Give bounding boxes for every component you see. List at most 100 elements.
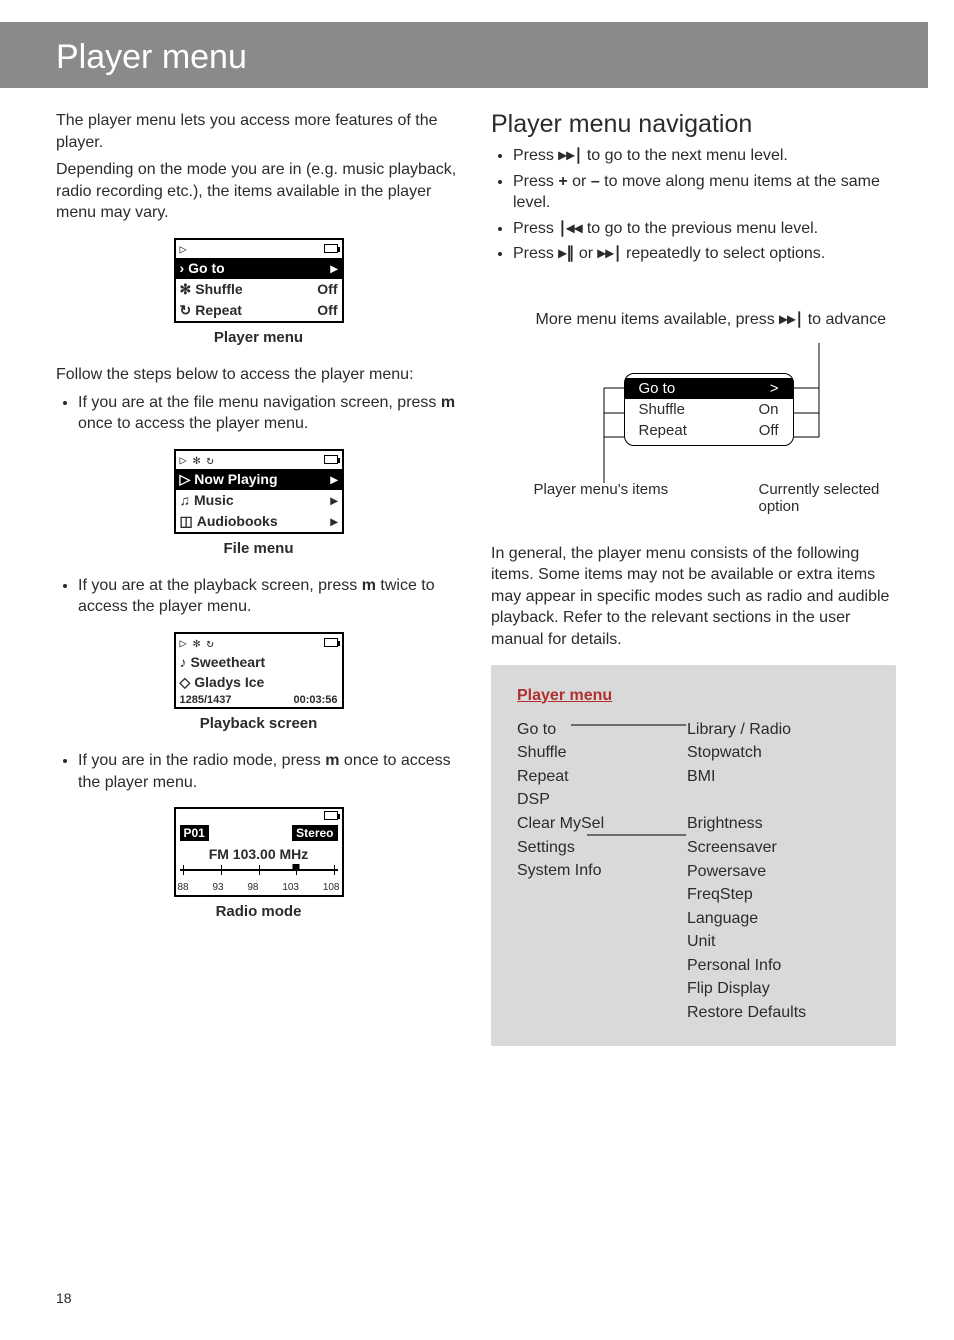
wire-label: Shuffle xyxy=(639,401,685,418)
note-icon: ♪ xyxy=(180,654,187,670)
chevron-right-icon: ▸ xyxy=(330,260,337,277)
chevron-right-icon: ▸ xyxy=(330,471,337,488)
dial-label: 98 xyxy=(247,882,258,893)
play-pause-icon: ▸∥ xyxy=(558,245,574,262)
lcd-player-menu: ▷ › Go to ▸ ✻ Shuffle Off ↻ Repea xyxy=(174,238,344,323)
dial-label: 93 xyxy=(212,882,223,893)
nav-item-next: Press ▸▸∣ to go to the next menu level. xyxy=(513,145,896,167)
fast-forward-icon: ▸▸∣ xyxy=(598,245,622,262)
minus-icon: – xyxy=(591,173,600,190)
bullet-2: If you are at the playback screen, press… xyxy=(78,575,461,618)
text: Press xyxy=(513,245,558,262)
right-column: Player menu navigation Press ▸▸∣ to go t… xyxy=(491,110,896,1046)
text: or xyxy=(568,173,591,190)
follow-text: Follow the steps below to access the pla… xyxy=(56,364,461,386)
fast-forward-icon: ▸▸∣ xyxy=(779,311,803,328)
text: If you are in the radio mode, press xyxy=(78,752,325,769)
text: More menu items available, press xyxy=(536,311,780,328)
fig-playback: ▷ ✻ ↻ ♪ Sweetheart ◇ Gladys Ice 1285/143… xyxy=(56,632,461,732)
music-icon: ♫ xyxy=(180,492,191,508)
lcd-playback: ▷ ✻ ↻ ♪ Sweetheart ◇ Gladys Ice 1285/143… xyxy=(174,632,344,709)
menu-item: Restore Defaults xyxy=(687,1002,806,1024)
menu-item: Personal Info xyxy=(687,955,806,977)
chevron-right-icon: ▸ xyxy=(330,492,337,509)
dial xyxy=(180,864,338,882)
wire-row: Shuffle On xyxy=(625,399,793,420)
plus-icon: + xyxy=(558,173,567,190)
play-icon: ▷ xyxy=(180,242,187,256)
section-heading: Player menu navigation xyxy=(491,110,896,139)
menu-item: Powersave xyxy=(687,861,806,883)
track-counter: 1285/1437 xyxy=(180,694,232,706)
menu-item: System Info xyxy=(517,860,647,882)
nav-item-prev: Press ∣◂◂ to go to the previous menu lev… xyxy=(513,218,896,240)
menu-item: Repeat xyxy=(517,766,647,788)
player-menu-summary: Player menu Go to Shuffle Repeat DSP Cle… xyxy=(491,665,896,1046)
text: If you are at the playback screen, press xyxy=(78,577,362,594)
chevron-right-icon: ▸ xyxy=(330,513,337,530)
summary-left-col: Go to Shuffle Repeat DSP Clear MySel Set… xyxy=(517,719,647,1024)
repeat-icon: ↻ xyxy=(180,302,192,319)
text: If you are at the file menu navigation s… xyxy=(78,394,441,411)
fig-radio: P01 Stereo FM 103.00 MHz 88 93 98 xyxy=(56,807,461,920)
rewind-icon: ∣◂◂ xyxy=(558,220,582,237)
menu-item: Unit xyxy=(687,931,806,953)
menu-item: FreqStep xyxy=(687,884,806,906)
bullet-1: If you are at the file menu navigation s… xyxy=(78,392,461,435)
wire-value: Off xyxy=(759,422,779,439)
menu-item: Shuffle xyxy=(517,742,647,764)
menu-item: Language xyxy=(687,908,806,930)
row-label: Music xyxy=(194,492,234,508)
menu-item: BMI xyxy=(687,766,806,788)
audiobooks-icon: ◫ xyxy=(180,513,193,530)
row-label: Shuffle xyxy=(195,281,242,297)
artist-name: Gladys Ice xyxy=(194,674,264,690)
bullet-list: If you are at the playback screen, press… xyxy=(56,575,461,618)
row-label: Go to xyxy=(188,260,225,276)
bullet-list: If you are at the file menu navigation s… xyxy=(56,392,461,435)
row-label: Now Playing xyxy=(194,471,277,487)
intro-2: Depending on the mode you are in (e.g. m… xyxy=(56,159,461,224)
bullet-3: If you are in the radio mode, press m on… xyxy=(78,750,461,793)
menu-item: Screensaver xyxy=(687,837,806,859)
row-label: Repeat xyxy=(195,302,242,318)
title-bar: Player menu xyxy=(0,22,928,88)
fig-player-menu: ▷ › Go to ▸ ✻ Shuffle Off ↻ Repea xyxy=(56,238,461,346)
summary-right-col: Library / Radio Stopwatch BMI Brightness… xyxy=(687,719,806,1024)
text: or xyxy=(574,245,597,262)
wire-label: Repeat xyxy=(639,422,687,439)
wire-menu-box: Go to > Shuffle On Repeat Off xyxy=(624,373,794,446)
page-number: 18 xyxy=(56,1290,72,1306)
stereo-badge: Stereo xyxy=(292,825,337,841)
menu-item: Stopwatch xyxy=(687,742,806,764)
dial-label: 88 xyxy=(178,882,189,893)
menu-item: Flip Display xyxy=(687,978,806,1000)
wire-label: Go to xyxy=(639,380,676,397)
text: once to access the player menu. xyxy=(78,415,308,432)
status-icons: ▷ ✻ ↻ xyxy=(180,453,214,467)
menu-item: DSP xyxy=(517,789,647,811)
frequency: FM 103.00 MHz xyxy=(176,844,342,862)
goto-arrow-icon: › xyxy=(180,260,185,276)
fig-caption: Radio mode xyxy=(216,903,302,920)
status-icons: ▷ ✻ ↻ xyxy=(180,636,214,650)
fig-caption: File menu xyxy=(223,540,293,557)
label-items: Player menu's items xyxy=(534,481,704,498)
nav-item-select: Press ▸∥ or ▸▸∣ repeatedly to select opt… xyxy=(513,243,896,265)
wire-value: > xyxy=(770,380,779,397)
preset-badge: P01 xyxy=(180,825,209,841)
battery-icon xyxy=(324,455,338,464)
menu-item: Go to xyxy=(517,719,647,741)
wire-row: Go to > xyxy=(625,378,793,399)
key-m: m xyxy=(441,394,455,411)
wire-diagram: Go to > Shuffle On Repeat Off Player men… xyxy=(534,343,854,523)
text: to go to the previous menu level. xyxy=(582,220,818,237)
key-m: m xyxy=(325,752,339,769)
lcd-radio: P01 Stereo FM 103.00 MHz 88 93 98 xyxy=(174,807,344,897)
text: Press xyxy=(513,173,558,190)
nowplaying-icon: ▷ xyxy=(180,471,191,488)
menu-item: Brightness xyxy=(687,813,806,835)
label-selected: Currently selected option xyxy=(759,481,919,515)
lcd-file-menu: ▷ ✻ ↻ ▷ Now Playing ▸ ♫ Music ▸ ◫ xyxy=(174,449,344,534)
dial-label: 103 xyxy=(282,882,299,893)
